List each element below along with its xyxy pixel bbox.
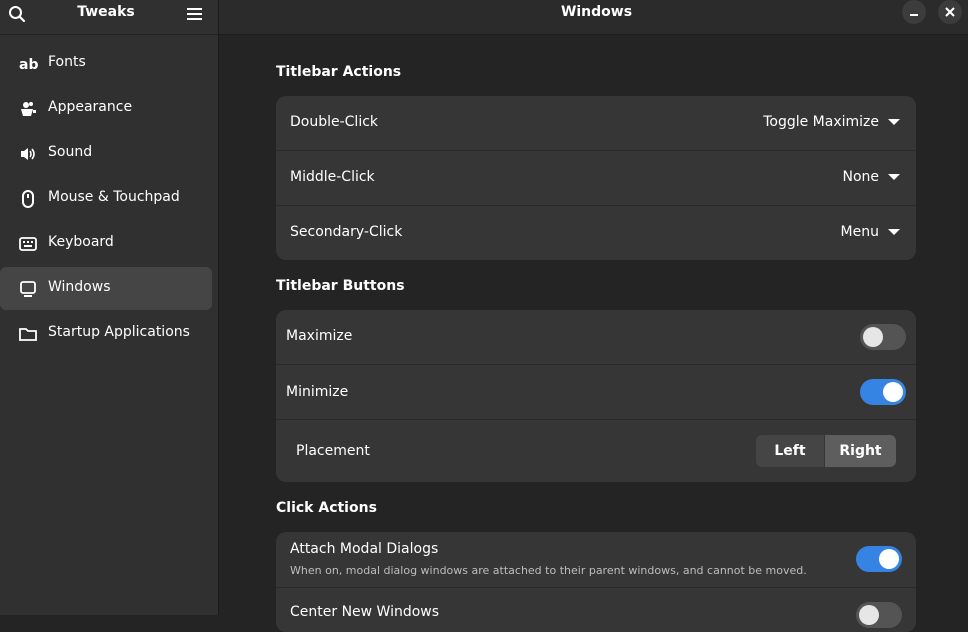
titlebar-buttons-card: Maximize Minimize Placement Left Right — [276, 310, 916, 482]
attach-modal-switch[interactable] — [856, 546, 902, 572]
sidebar-item-windows[interactable]: Windows — [0, 267, 212, 310]
titlebar-actions-card: Double-Click Toggle Maximize Middle-Clic… — [276, 96, 916, 260]
minimize-switch[interactable] — [860, 379, 906, 405]
sidebar-item-label: Mouse & Touchpad — [48, 189, 180, 205]
double-click-label: Double-Click — [290, 114, 379, 130]
placement-row: Placement Left Right — [276, 419, 916, 482]
attach-modal-label: Attach Modal Dialogs — [290, 541, 439, 557]
speaker-icon — [19, 145, 37, 163]
minimize-row: Minimize — [276, 364, 916, 419]
keyboard-icon — [19, 235, 37, 253]
middle-click-value: None — [842, 169, 879, 185]
section-title-titlebar-actions: Titlebar Actions — [276, 64, 402, 80]
sidebar-item-startup-applications[interactable]: Startup Applications — [0, 312, 212, 355]
middle-click-row[interactable]: Middle-Click None — [276, 150, 916, 205]
monitor-icon — [19, 280, 37, 298]
sidebar-header: Tweaks — [0, 0, 218, 35]
sidebar-item-label: Startup Applications — [48, 324, 190, 340]
sidebar-item-label: Windows — [48, 279, 111, 295]
double-click-value: Toggle Maximize — [763, 114, 879, 130]
close-icon — [945, 7, 955, 17]
mouse-icon — [19, 190, 37, 208]
folder-icon — [19, 325, 37, 343]
placement-right-button[interactable]: Right — [824, 435, 896, 467]
center-new-label: Center New Windows — [290, 604, 440, 620]
window-title: Windows — [560, 4, 633, 20]
double-click-dropdown[interactable]: Toggle Maximize — [763, 114, 900, 130]
dropdown-arrow-icon — [888, 229, 900, 235]
maximize-label: Maximize — [286, 328, 353, 344]
sidebar-item-keyboard[interactable]: Keyboard — [0, 222, 212, 265]
section-title-click-actions: Click Actions — [276, 500, 377, 516]
close-window-button[interactable] — [938, 0, 962, 24]
minimize-icon — [910, 14, 918, 16]
maximize-row: Maximize — [276, 310, 916, 364]
middle-click-dropdown[interactable]: None — [842, 169, 900, 185]
sidebar-item-label: Fonts — [48, 54, 86, 70]
sidebar-item-mouse-touchpad[interactable]: Mouse & Touchpad — [0, 177, 212, 220]
placement-left-button[interactable]: Left — [756, 435, 824, 467]
header-bar: Windows — [219, 0, 968, 35]
sidebar-title: Tweaks — [77, 4, 135, 20]
svg-text:ab: ab — [19, 57, 38, 73]
center-new-switch[interactable] — [856, 602, 902, 628]
middle-click-label: Middle-Click — [290, 169, 375, 185]
attach-modal-description: When on, modal dialog windows are attach… — [290, 564, 807, 577]
minimize-window-button[interactable] — [902, 0, 926, 24]
dropdown-arrow-icon — [888, 119, 900, 125]
secondary-click-value: Menu — [840, 224, 879, 240]
fonts-icon: ab — [19, 55, 38, 73]
sidebar-item-sound[interactable]: Sound — [0, 132, 212, 175]
hamburger-menu-icon[interactable] — [185, 4, 205, 24]
appearance-icon — [19, 100, 37, 118]
secondary-click-label: Secondary-Click — [290, 224, 403, 240]
dropdown-arrow-icon — [888, 174, 900, 180]
double-click-row[interactable]: Double-Click Toggle Maximize — [276, 96, 916, 150]
click-actions-card: Attach Modal Dialogs When on, modal dial… — [276, 532, 916, 632]
secondary-click-row[interactable]: Secondary-Click Menu — [276, 205, 916, 260]
sidebar-item-label: Sound — [48, 144, 93, 160]
secondary-click-dropdown[interactable]: Menu — [841, 224, 900, 240]
sidebar: Tweaks ab Fonts Appearance Sound Mouse &… — [0, 0, 219, 615]
sidebar-item-appearance[interactable]: Appearance — [0, 87, 212, 130]
attach-modal-row: Attach Modal Dialogs When on, modal dial… — [276, 532, 916, 586]
sidebar-item-label: Appearance — [48, 99, 133, 115]
minimize-label: Minimize — [286, 384, 349, 400]
section-title-titlebar-buttons: Titlebar Buttons — [276, 278, 405, 294]
maximize-switch[interactable] — [860, 324, 906, 350]
sidebar-item-label: Keyboard — [48, 234, 114, 250]
placement-toggle: Left Right — [756, 435, 896, 467]
placement-label: Placement — [296, 443, 370, 459]
sidebar-item-fonts[interactable]: ab Fonts — [0, 42, 212, 85]
center-new-row: Center New Windows — [276, 587, 916, 632]
